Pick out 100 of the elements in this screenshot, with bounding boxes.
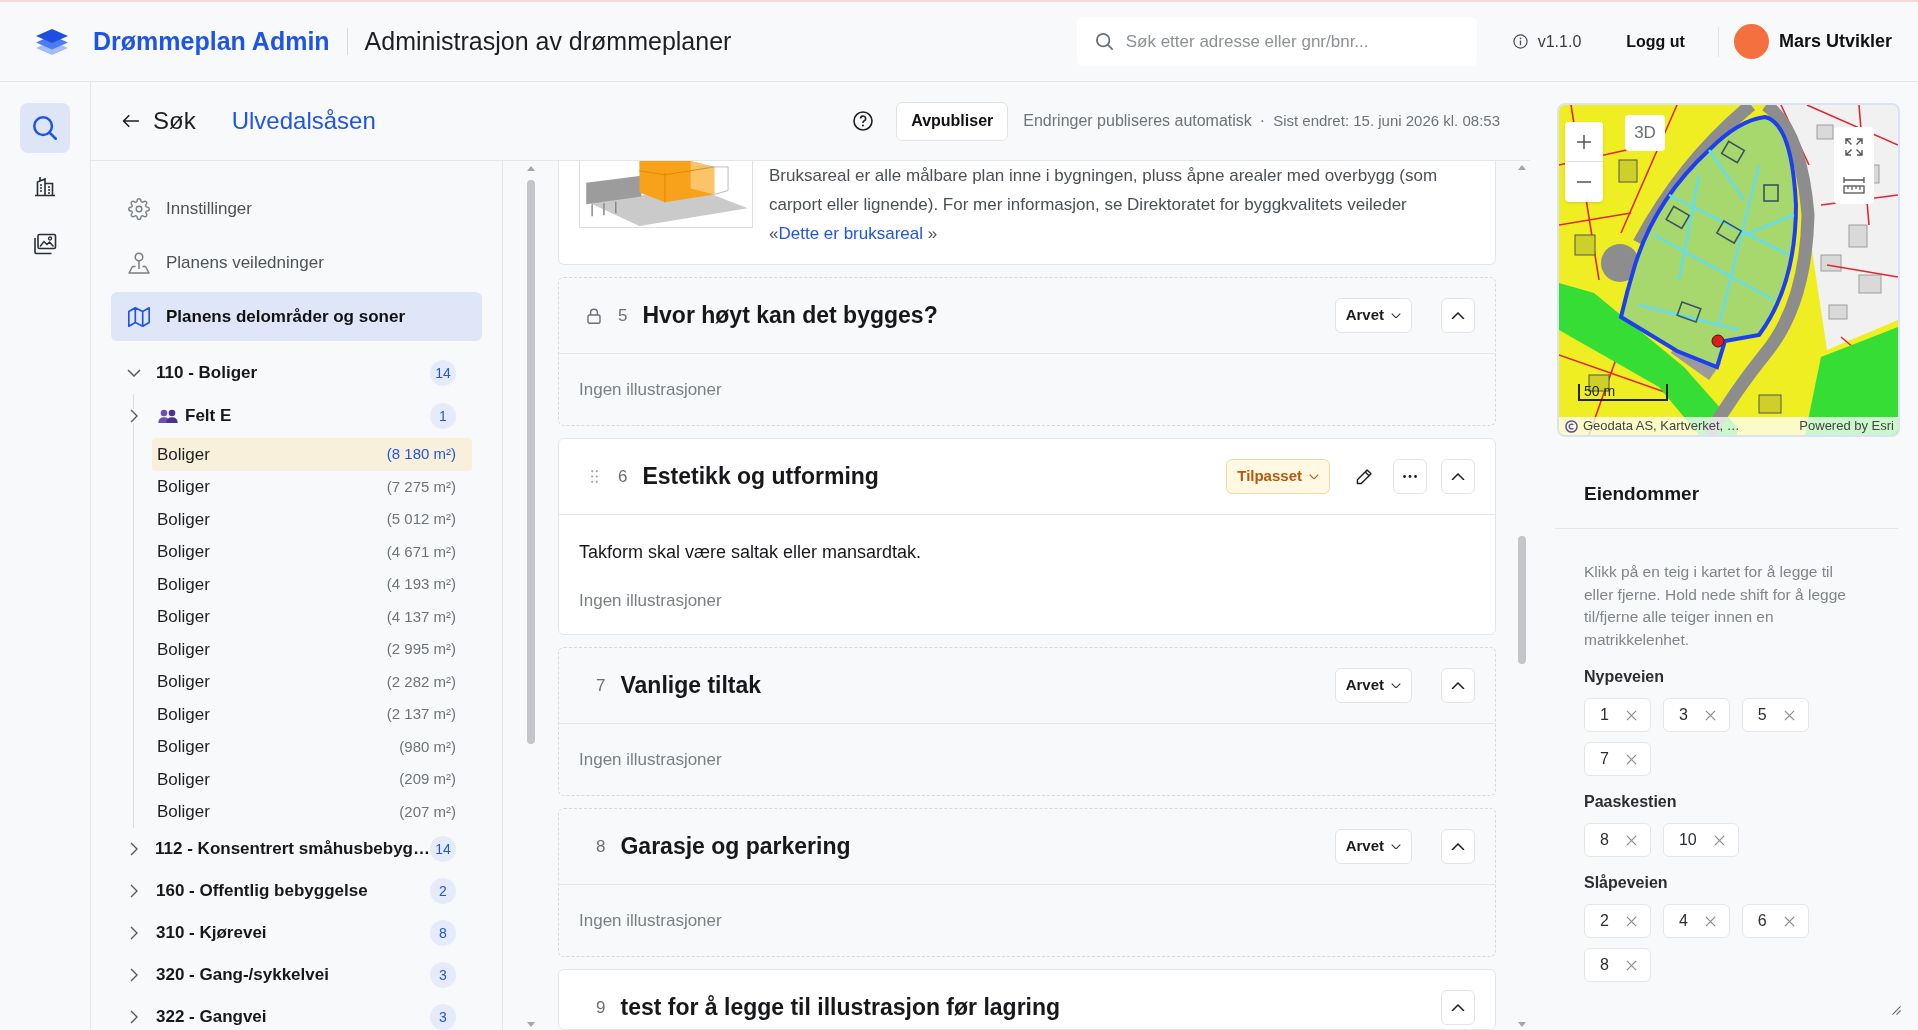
- zone-item[interactable]: Boliger (4 671 m²): [152, 535, 472, 568]
- chevron-right-icon[interactable]: [130, 409, 138, 423]
- images-icon[interactable]: [33, 233, 57, 255]
- separator-dot: ·: [1259, 111, 1266, 131]
- category-label[interactable]: 112 - Konsentrert småhusbebyg…: [155, 836, 430, 862]
- more-button[interactable]: [1393, 459, 1427, 494]
- category-label[interactable]: 160 - Offentlig bebyggelse: [156, 878, 430, 904]
- pin-icon: [128, 251, 150, 274]
- unpublish-button[interactable]: Avpubliser: [896, 101, 1009, 141]
- count-badge: 14: [430, 360, 456, 386]
- resize-handle-icon[interactable]: [1892, 1006, 1901, 1015]
- house-number: 7: [1600, 749, 1609, 769]
- zone-item[interactable]: Boliger (4 193 m²): [152, 568, 472, 601]
- zone-item[interactable]: Boliger (2 137 m²): [152, 698, 472, 731]
- category-label[interactable]: 320 - Gang-/sykkelvei: [156, 962, 430, 988]
- scroll-down-icon[interactable]: [527, 1022, 535, 1027]
- zone-item[interactable]: Boliger (2 282 m²): [152, 665, 472, 698]
- category-label[interactable]: 322 - Gangvei: [156, 1004, 430, 1030]
- section-number: 7: [596, 674, 606, 697]
- chevron-right-icon[interactable]: [129, 842, 138, 856]
- description-text: Bruksareal er alle målbare plan inne i bygningen, pluss åpne arealer med overbygg (som carport eller lignende). For mer informasjon, se Direktoratet for byggkvalitets veileder: [769, 165, 1439, 216]
- page-title: Administrasjon av drømmeplaner: [364, 25, 732, 57]
- count-badge: 3: [430, 1004, 456, 1030]
- house-number: 5: [1757, 705, 1767, 725]
- collapse-button[interactable]: [1441, 668, 1475, 703]
- back-button[interactable]: Søk: [122, 103, 196, 139]
- zone-item[interactable]: Boliger (980 m²): [152, 730, 472, 763]
- powered-by-text: Powered by Esri: [1799, 417, 1894, 435]
- hint-text: Klikk på en teig i kartet for å legge til eller fjerne. Hold nede shift for å legge til/fjerne alle teiger innen en matrikkelenhet.: [1584, 562, 1847, 650]
- section-number: 5: [618, 304, 628, 327]
- section-title: Hvor høyt kan det bygges?: [642, 301, 938, 331]
- scroll-up-icon[interactable]: [1518, 165, 1526, 170]
- zone-item[interactable]: Boliger (207 m²): [152, 795, 472, 828]
- status-dropdown[interactable]: Arvet: [1334, 829, 1412, 864]
- avatar[interactable]: [1733, 24, 1769, 59]
- chevron-right-icon[interactable]: [130, 1010, 138, 1024]
- layers-logo-icon[interactable]: [35, 27, 69, 56]
- collapse-button[interactable]: [1441, 990, 1475, 1025]
- house-number: 1: [1600, 705, 1609, 725]
- close-icon[interactable]: [1625, 959, 1637, 971]
- count-badge: 14: [430, 836, 456, 862]
- building-icon[interactable]: [33, 174, 57, 198]
- scroll-down-icon[interactable]: [1518, 1022, 1526, 1027]
- gear-icon: [128, 197, 150, 220]
- house-number: 6: [1757, 911, 1767, 931]
- house-number: 4: [1678, 911, 1688, 931]
- house-number: 3: [1678, 705, 1688, 725]
- house-number: 10: [1678, 830, 1697, 850]
- chevron-right-icon[interactable]: [130, 884, 138, 898]
- search-icon[interactable]: [33, 116, 57, 140]
- zone-item[interactable]: Boliger (209 m²): [152, 763, 472, 796]
- zone-item[interactable]: Boliger (2 995 m²): [152, 633, 472, 666]
- close-icon[interactable]: [1713, 834, 1725, 846]
- illustrations-note: Ingen illustrasjoner: [579, 590, 723, 612]
- pencil-icon[interactable]: [1355, 467, 1373, 486]
- chevron-right-icon[interactable]: [130, 926, 138, 940]
- mode-3d-button[interactable]: 3D: [1625, 115, 1665, 151]
- search-button[interactable]: [20, 103, 70, 153]
- collapse-button[interactable]: [1441, 829, 1475, 864]
- scrollbar-thumb[interactable]: [527, 180, 535, 744]
- help-icon[interactable]: [853, 111, 874, 131]
- zone-item[interactable]: Boliger (8 180 m²): [152, 438, 472, 471]
- status-dropdown[interactable]: Arvet: [1334, 298, 1412, 333]
- close-icon[interactable]: [1704, 915, 1716, 927]
- section-number: 6: [618, 465, 628, 488]
- close-icon[interactable]: [1625, 834, 1637, 846]
- collapse-button[interactable]: [1441, 298, 1475, 333]
- category-label[interactable]: 110 - Boliger: [156, 360, 430, 386]
- chevron-down-icon[interactable]: [127, 369, 141, 377]
- logout-button[interactable]: Logg ut: [1626, 29, 1685, 54]
- close-icon[interactable]: [1625, 753, 1637, 765]
- nav-item[interactable]: Innstillinger: [111, 184, 482, 233]
- nav-item[interactable]: Planens veiledninger: [111, 238, 482, 287]
- map-scale-bar: 50 m: [1578, 384, 1668, 401]
- scrollbar-thumb[interactable]: [1518, 536, 1526, 664]
- section-number: 9: [596, 996, 606, 1019]
- collapse-button[interactable]: [1441, 459, 1475, 494]
- chevron-right-icon[interactable]: [130, 968, 138, 982]
- link-line: «Dette er bruksareal »: [769, 223, 939, 245]
- zone-item[interactable]: Boliger (4 137 m²): [152, 600, 472, 633]
- app-name[interactable]: Drømmeplan Admin: [93, 22, 330, 61]
- close-icon[interactable]: [1783, 709, 1795, 721]
- nav-item[interactable]: Planens delområder og soner: [111, 292, 482, 341]
- count-badge: 1: [430, 403, 456, 429]
- search-field[interactable]: Søk etter adresse eller gnr/bnr...: [1076, 17, 1477, 66]
- close-icon[interactable]: [1704, 709, 1716, 721]
- close-icon[interactable]: [1625, 709, 1637, 721]
- close-icon[interactable]: [1625, 915, 1637, 927]
- category-label[interactable]: 310 - Kjørevei: [156, 920, 430, 946]
- close-icon[interactable]: [1783, 915, 1795, 927]
- zone-item[interactable]: Boliger (5 012 m²): [152, 503, 472, 536]
- bruksareal-link[interactable]: Dette er bruksareal: [778, 224, 924, 243]
- status-dropdown[interactable]: Arvet: [1334, 668, 1412, 703]
- scroll-up-icon[interactable]: [527, 166, 535, 171]
- group-label[interactable]: Felt E: [185, 403, 430, 429]
- status-dropdown[interactable]: Tilpasset: [1226, 459, 1330, 494]
- zone-item[interactable]: Boliger (7 275 m²): [152, 470, 472, 503]
- chevron-down-icon: [1391, 312, 1401, 319]
- minus-icon: [1577, 181, 1591, 183]
- drag-handle-icon[interactable]: [590, 470, 598, 483]
